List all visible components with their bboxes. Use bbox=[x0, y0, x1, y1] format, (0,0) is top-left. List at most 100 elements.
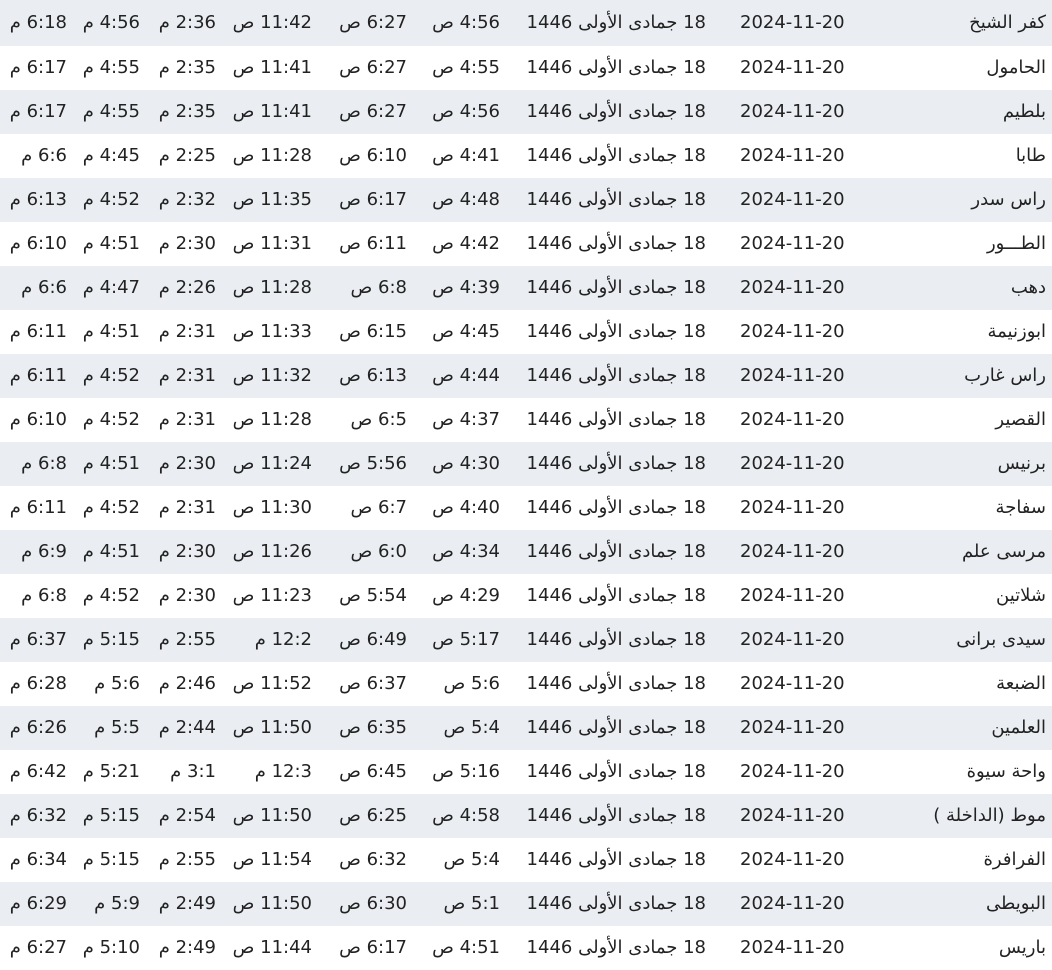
gregorian-date: 2024-11-20 bbox=[740, 761, 845, 782]
sunrise-time: 6:8 ص bbox=[350, 277, 407, 298]
dhuhr-time: 11:41 ص bbox=[232, 101, 312, 122]
table-row: باريس 2024-11-20 18 جمادى الأولى 1446 4:51 … bbox=[0, 926, 1052, 970]
dhuhr-time: 11:28 ص bbox=[232, 409, 312, 430]
maghrib-time: 4:55 م bbox=[82, 101, 140, 122]
gregorian-date: 2024-11-20 bbox=[740, 12, 845, 33]
dhuhr-time: 11:30 ص bbox=[232, 497, 312, 518]
dhuhr-time: 11:44 ص bbox=[232, 937, 312, 958]
sunrise-time: 6:32 ص bbox=[339, 849, 407, 870]
dhuhr-time: 11:33 ص bbox=[232, 321, 312, 342]
city-name: مرسى علم bbox=[961, 541, 1046, 562]
table-row: الفرافرة 2024-11-20 18 جمادى الأولى 1446 5:… bbox=[0, 838, 1052, 882]
hijri-date: 18 جمادى الأولى 1446 bbox=[526, 453, 706, 474]
fajr-time: 4:40 ص bbox=[432, 497, 500, 518]
sunrise-time: 6:10 ص bbox=[339, 145, 407, 166]
asr-time: 2:35 م bbox=[158, 57, 216, 78]
isha-time: 6:13 م bbox=[9, 189, 67, 210]
dhuhr-time: 11:42 ص bbox=[232, 12, 312, 33]
city-name: القصير bbox=[995, 409, 1046, 430]
asr-time: 2:35 م bbox=[158, 101, 216, 122]
maghrib-time: 4:52 م bbox=[82, 409, 140, 430]
table-row: سيدى برانى 2024-11-20 18 جمادى الأولى 1446… bbox=[0, 618, 1052, 662]
maghrib-time: 4:52 م bbox=[82, 189, 140, 210]
hijri-date: 18 جمادى الأولى 1446 bbox=[526, 409, 706, 430]
sunrise-time: 5:56 ص bbox=[339, 453, 407, 474]
maghrib-time: 4:51 م bbox=[82, 233, 140, 254]
hijri-date: 18 جمادى الأولى 1446 bbox=[526, 849, 706, 870]
table-row: دهب 2024-11-20 18 جمادى الأولى 1446 4:39 ص 6… bbox=[0, 266, 1052, 310]
sunrise-time: 6:27 ص bbox=[339, 101, 407, 122]
sunrise-time: 5:54 ص bbox=[339, 585, 407, 606]
table-row: واحة سيوة 2024-11-20 18 جمادى الأولى 1446 5… bbox=[0, 750, 1052, 794]
sunrise-time: 6:15 ص bbox=[339, 321, 407, 342]
maghrib-time: 4:52 م bbox=[82, 497, 140, 518]
isha-time: 6:29 م bbox=[9, 893, 67, 914]
hijri-date: 18 جمادى الأولى 1446 bbox=[526, 937, 706, 958]
asr-time: 2:55 م bbox=[158, 629, 216, 650]
fajr-time: 5:4 ص bbox=[443, 717, 500, 738]
asr-time: 2:25 م bbox=[158, 145, 216, 166]
fajr-time: 4:34 ص bbox=[432, 541, 500, 562]
sunrise-time: 6:27 ص bbox=[339, 57, 407, 78]
gregorian-date: 2024-11-20 bbox=[740, 497, 845, 518]
dhuhr-time: 11:31 ص bbox=[232, 233, 312, 254]
sunrise-time: 6:30 ص bbox=[339, 893, 407, 914]
city-name: الطـــور bbox=[986, 233, 1046, 254]
isha-time: 6:10 م bbox=[9, 233, 67, 254]
fajr-time: 5:17 ص bbox=[432, 629, 500, 650]
maghrib-time: 4:45 م bbox=[82, 145, 140, 166]
hijri-date: 18 جمادى الأولى 1446 bbox=[526, 365, 706, 386]
dhuhr-time: 12:3 م bbox=[254, 761, 312, 782]
table-row: سفاجة 2024-11-20 18 جمادى الأولى 1446 4:40 … bbox=[0, 486, 1052, 530]
city-name: كفر الشيخ bbox=[969, 12, 1046, 33]
maghrib-time: 4:52 م bbox=[82, 585, 140, 606]
maghrib-time: 5:15 م bbox=[82, 805, 140, 826]
hijri-date: 18 جمادى الأولى 1446 bbox=[526, 673, 706, 694]
sunrise-time: 6:25 ص bbox=[339, 805, 407, 826]
dhuhr-time: 11:28 ص bbox=[232, 145, 312, 166]
fajr-time: 4:42 ص bbox=[432, 233, 500, 254]
city-name: راس سدر bbox=[971, 189, 1046, 210]
gregorian-date: 2024-11-20 bbox=[740, 937, 845, 958]
city-name: طابا bbox=[1015, 145, 1046, 166]
city-name: واحة سيوة bbox=[966, 761, 1046, 782]
gregorian-date: 2024-11-20 bbox=[740, 409, 845, 430]
isha-time: 6:11 م bbox=[9, 365, 67, 386]
hijri-date: 18 جمادى الأولى 1446 bbox=[526, 497, 706, 518]
asr-time: 2:31 م bbox=[158, 365, 216, 386]
fajr-time: 4:45 ص bbox=[432, 321, 500, 342]
fajr-time: 4:30 ص bbox=[432, 453, 500, 474]
table-row: الطـــور 2024-11-20 18 جمادى الأولى 1446 4:… bbox=[0, 222, 1052, 266]
isha-time: 6:6 م bbox=[21, 277, 67, 298]
dhuhr-time: 11:50 ص bbox=[232, 893, 312, 914]
table-row: برنيس 2024-11-20 18 جمادى الأولى 1446 4:30 … bbox=[0, 442, 1052, 486]
isha-time: 6:17 م bbox=[9, 57, 67, 78]
sunrise-time: 6:11 ص bbox=[339, 233, 407, 254]
maghrib-time: 4:56 م bbox=[82, 12, 140, 33]
fajr-time: 4:29 ص bbox=[432, 585, 500, 606]
city-name: دهب bbox=[1010, 277, 1046, 298]
sunrise-time: 6:7 ص bbox=[350, 497, 407, 518]
fajr-time: 5:6 ص bbox=[443, 673, 500, 694]
city-name: سفاجة bbox=[995, 497, 1046, 518]
fajr-time: 4:56 ص bbox=[432, 101, 500, 122]
maghrib-time: 5:21 م bbox=[82, 761, 140, 782]
dhuhr-time: 11:35 ص bbox=[232, 189, 312, 210]
isha-time: 6:10 م bbox=[9, 409, 67, 430]
isha-time: 6:17 م bbox=[9, 101, 67, 122]
gregorian-date: 2024-11-20 bbox=[740, 849, 845, 870]
city-name: بلطيم bbox=[1002, 101, 1046, 122]
city-name: برنيس bbox=[997, 453, 1046, 474]
hijri-date: 18 جمادى الأولى 1446 bbox=[526, 57, 706, 78]
maghrib-time: 5:6 م bbox=[94, 673, 140, 694]
asr-time: 2:32 م bbox=[158, 189, 216, 210]
isha-time: 6:8 م bbox=[21, 453, 67, 474]
dhuhr-time: 11:41 ص bbox=[232, 57, 312, 78]
gregorian-date: 2024-11-20 bbox=[740, 893, 845, 914]
hijri-date: 18 جمادى الأولى 1446 bbox=[526, 145, 706, 166]
fajr-time: 4:55 ص bbox=[432, 57, 500, 78]
asr-time: 2:49 م bbox=[158, 937, 216, 958]
isha-time: 6:34 م bbox=[9, 849, 67, 870]
hijri-date: 18 جمادى الأولى 1446 bbox=[526, 629, 706, 650]
gregorian-date: 2024-11-20 bbox=[740, 189, 845, 210]
